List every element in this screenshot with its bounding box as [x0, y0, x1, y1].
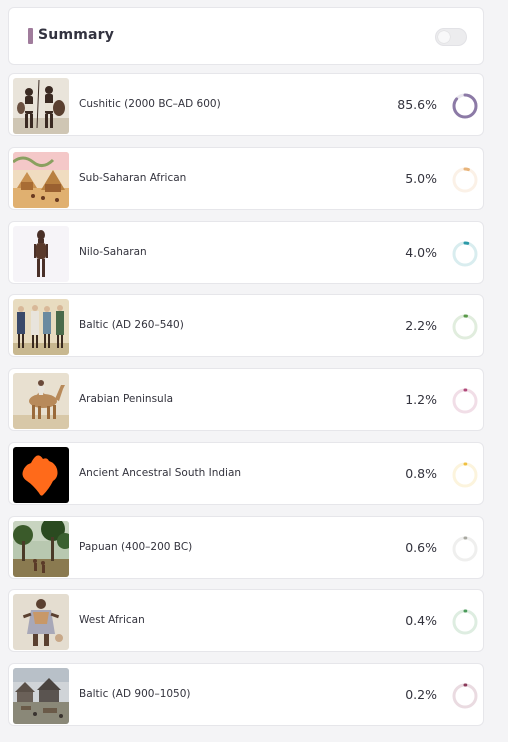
african-village-image: [13, 152, 69, 208]
percent-ring-icon: [451, 387, 479, 415]
ancestry-row[interactable]: Papuan (400–200 BC) 0.6%: [8, 516, 484, 579]
ancestry-row[interactable]: Sub-Saharan African 5.0%: [8, 147, 484, 210]
summary-header: Summary: [8, 7, 484, 65]
baltic-warriors-image: [13, 299, 69, 355]
ancestry-label: Baltic (AD 260–540): [79, 319, 184, 331]
west-african-figure-image: [13, 594, 69, 650]
percent-ring-icon: [451, 608, 479, 636]
ancestry-row[interactable]: Baltic (AD 260–540) 2.2%: [8, 294, 484, 357]
percent-ring-icon: [451, 92, 479, 120]
summary-title: Summary: [38, 27, 115, 43]
ancestry-percent: 0.4%: [405, 613, 437, 628]
ancestry-label: Papuan (400–200 BC): [79, 541, 193, 553]
ancestry-percent: 1.2%: [405, 392, 437, 407]
percent-ring-icon: [451, 535, 479, 563]
baltic-village-image: [13, 668, 69, 724]
ancestry-label: Ancient Ancestral South Indian: [79, 467, 242, 479]
jungle-scene-image: [13, 521, 69, 577]
percent-ring-icon: [451, 682, 479, 710]
percent-ring-icon: [451, 313, 479, 341]
ancestry-row[interactable]: Baltic (AD 900–1050) 0.2%: [8, 663, 484, 726]
ancestry-row[interactable]: Ancient Ancestral South Indian 0.8%: [8, 442, 484, 505]
ancestry-label: Baltic (AD 900–1050): [79, 688, 191, 700]
ancestry-percent: 5.0%: [405, 171, 437, 186]
ancestry-label: Arabian Peninsula: [79, 393, 174, 405]
ancestry-row[interactable]: West African 0.4%: [8, 589, 484, 652]
ancestry-row[interactable]: Arabian Peninsula 1.2%: [8, 368, 484, 431]
ancestry-percent: 4.0%: [405, 245, 437, 260]
summary-toggle[interactable]: [435, 28, 467, 46]
ancestry-row[interactable]: Nilo-Saharan 4.0%: [8, 221, 484, 284]
ancestry-percent: 2.2%: [405, 318, 437, 333]
ancestry-percent: 85.6%: [397, 97, 437, 112]
percent-ring-icon: [451, 166, 479, 194]
percent-ring-icon: [451, 461, 479, 489]
ancestry-percent: 0.8%: [405, 466, 437, 481]
ancestry-percent: 0.6%: [405, 540, 437, 555]
ancestry-row[interactable]: Cushitic (2000 BC–AD 600) 85.6%: [8, 73, 484, 136]
ancestry-label: West African: [79, 614, 145, 626]
india-map-image: [13, 447, 69, 503]
ancestry-label: Nilo-Saharan: [79, 246, 147, 258]
percent-ring-icon: [451, 240, 479, 268]
ancestry-label: Cushitic (2000 BC–AD 600): [79, 98, 221, 110]
summary-accent-bar: [28, 28, 33, 44]
ancestry-label: Sub-Saharan African: [79, 172, 187, 184]
wooden-figure-image: [13, 226, 69, 282]
toggle-knob: [438, 31, 450, 43]
camel-rider-image: [13, 373, 69, 429]
cushitic-warriors-image: [13, 78, 69, 134]
ancestry-percent: 0.2%: [405, 687, 437, 702]
